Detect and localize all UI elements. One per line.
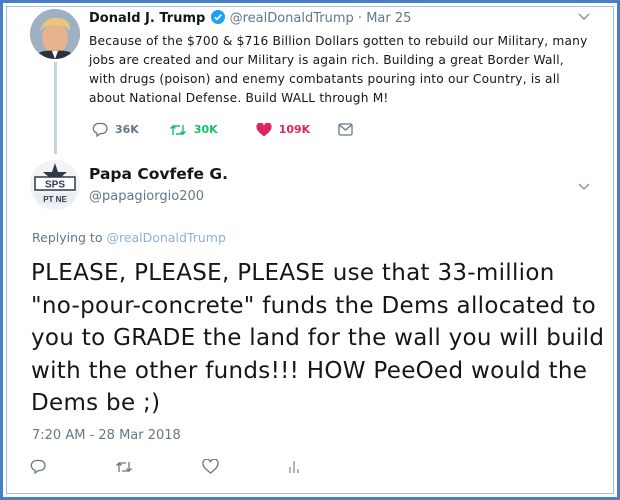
avatar-badge-text: PT NE [43,195,67,204]
reply-avatar[interactable]: SPS PT NE [30,160,80,210]
replying-to-label: Replying to [32,230,103,245]
retweet-icon [169,123,187,137]
parent-tweet-header: Donald J. Trump @realDonaldTrump · Mar 2… [89,10,411,28]
like-button[interactable] [202,458,219,478]
reply-icon [92,122,108,137]
analytics-icon [288,459,300,478]
replying-to-link[interactable]: @realDonaldTrump [106,230,225,245]
reply-icon [30,459,46,478]
heart-icon [256,122,272,137]
parent-tweet-text: Because of the $700 & $716 Billion Dolla… [89,34,588,105]
reply-tweet-actions [30,458,300,478]
reply-author-name[interactable]: Papa Covfefe G. [89,165,228,183]
parent-like-count: 109K [278,123,311,136]
thread-line [54,62,57,154]
message-icon [338,123,353,136]
verified-badge-icon [211,10,226,28]
parent-reply-button[interactable]: 36K [92,122,139,137]
parent-reply-count: 36K [115,123,139,136]
parent-retweet-count: 30K [193,123,218,136]
analytics-button[interactable] [288,459,300,478]
reply-tweet-text: PLEASE, PLEASE, PLEASE use that 33-milli… [31,260,605,416]
reply-button[interactable] [30,459,46,478]
parent-message-button[interactable] [338,123,353,136]
retweet-button[interactable] [115,459,133,478]
reply-chevron-down-icon[interactable] [578,180,590,194]
parent-tweet-actions: 36K 30K 109K [92,122,353,137]
reply-author-handle[interactable]: @papagiorgio200 [89,189,204,204]
svg-text:SPS: SPS [45,180,65,191]
parent-chevron-down-icon[interactable] [578,10,590,24]
parent-retweet-button[interactable]: 30K [169,123,218,137]
retweet-icon [115,459,133,478]
parent-author-handle[interactable]: @realDonaldTrump [230,11,354,26]
header-separator: · [357,11,363,26]
heart-icon [202,458,219,478]
parent-tweet-date[interactable]: Mar 25 [366,11,411,26]
parent-like-button[interactable]: 109K [256,122,311,137]
parent-author-name[interactable]: Donald J. Trump [89,11,205,26]
replying-to-line: Replying to @realDonaldTrump [32,230,226,245]
parent-avatar[interactable] [30,9,80,59]
reply-timestamp[interactable]: 7:20 AM - 28 Mar 2018 [32,428,181,443]
